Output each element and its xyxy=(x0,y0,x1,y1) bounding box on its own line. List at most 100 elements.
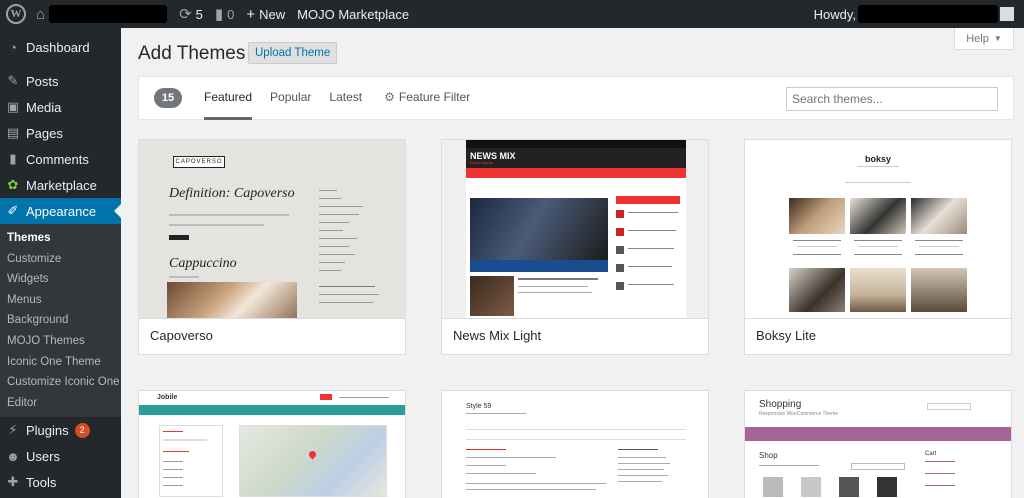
capoverso-post-title: Definition: Capoverso xyxy=(169,186,295,201)
sidebar-item-dashboard[interactable]: ◔ Dashboard xyxy=(0,34,121,60)
sidebar-item-label: Media xyxy=(26,99,62,115)
sidebar-item-plugins[interactable]: ⚡ Plugins 2 xyxy=(0,417,121,443)
home-icon: ⌂ xyxy=(36,5,46,23)
theme-name: News Mix Light xyxy=(442,318,708,354)
redacted-username xyxy=(858,5,998,23)
comment-icon: ▮ xyxy=(9,151,17,166)
feature-filter-button[interactable]: ⚙ Feature Filter xyxy=(384,76,470,120)
theme-screenshot: Shopping Responsive WooCommerce Theme Sh… xyxy=(745,391,1011,498)
news-mix-tagline: Demo theme xyxy=(470,160,493,165)
chevron-down-icon: ▼ xyxy=(993,34,1002,43)
admin-sidebar: ◔ Dashboard ✎ Posts ▣ Media ▤ Pages ▮ Comment… xyxy=(0,28,121,498)
theme-screenshot: Jobile xyxy=(139,391,405,498)
help-label: Help xyxy=(966,32,989,45)
sidebar-item-label: Posts xyxy=(26,73,59,89)
comments-menu[interactable]: ▮ 0 xyxy=(209,0,241,28)
marketplace-icon: ✿ xyxy=(7,177,19,192)
shopping-tagline: Responsive WooCommerce Theme xyxy=(759,411,839,417)
theme-card-boksy-lite[interactable]: boksy Boksy Lite xyxy=(744,139,1012,355)
upload-theme-button[interactable]: Upload Theme xyxy=(248,42,338,64)
theme-screenshot: Style 59 xyxy=(442,391,708,498)
sidebar-item-tools[interactable]: ✚ Tools xyxy=(0,469,121,495)
page-title: Add Themes xyxy=(138,43,246,64)
tab-popular[interactable]: Popular xyxy=(270,76,311,120)
users-icon: ☻ xyxy=(6,448,20,464)
theme-card-news-mix-light[interactable]: NEWS MIX Demo theme News Mix Light xyxy=(441,139,709,355)
site-name-menu[interactable]: ⌂ xyxy=(32,0,173,28)
shopping-title: Shopping xyxy=(759,399,802,410)
plugins-update-badge: 2 xyxy=(74,422,90,438)
submenu-item-menus[interactable]: Menus xyxy=(0,290,121,311)
gear-icon: ⚙ xyxy=(384,90,395,104)
style-59-title: Style 59 xyxy=(466,403,492,410)
brush-icon: ✐ xyxy=(7,203,19,218)
theme-screenshot: CAPOVERSO Definition: Capoverso Cappucci… xyxy=(139,140,405,318)
plugin-icon: ⚡ xyxy=(8,422,18,438)
tab-latest[interactable]: Latest xyxy=(329,76,362,120)
pages-icon: ▤ xyxy=(6,125,20,140)
dashboard-icon: ◔ xyxy=(9,39,17,55)
plus-icon: + xyxy=(246,5,256,23)
jobile-logo: Jobile xyxy=(157,394,178,401)
sidebar-item-label: Appearance xyxy=(26,203,97,219)
redacted-site-name xyxy=(49,5,168,23)
submenu-item-editor[interactable]: Editor xyxy=(0,393,121,414)
new-content-menu[interactable]: + New xyxy=(240,0,291,28)
sidebar-item-label: Tools xyxy=(26,474,57,490)
updates-menu[interactable]: ⟳ 5 xyxy=(173,0,209,28)
wordpress-logo-icon: W xyxy=(6,4,26,24)
theme-card-capoverso[interactable]: CAPOVERSO Definition: Capoverso Cappucci… xyxy=(138,139,406,355)
feature-filter-label: Feature Filter xyxy=(398,90,471,104)
capoverso-logo: CAPOVERSO xyxy=(173,156,225,168)
sidebar-item-label: Marketplace xyxy=(26,177,97,193)
tab-featured[interactable]: Featured xyxy=(204,76,253,120)
sidebar-item-marketplace[interactable]: ✿ Marketplace xyxy=(0,172,121,198)
theme-filter-bar: 15 Featured Popular Latest ⚙ Feature Filt… xyxy=(138,76,1014,120)
theme-screenshot: boksy xyxy=(745,140,1011,318)
sidebar-item-label: Comments xyxy=(26,151,89,167)
cart-heading: Cart xyxy=(925,451,937,457)
appearance-submenu: Themes Customize Widgets Menus Backgroun… xyxy=(0,224,121,418)
main-content: Add Themes Upload Theme Help ▼ 15 Feature… xyxy=(121,28,1024,498)
updates-count: 5 xyxy=(195,6,203,22)
account-menu[interactable]: Howdy, xyxy=(808,0,1020,28)
sidebar-item-label: Plugins xyxy=(26,422,69,438)
help-tab-button[interactable]: Help ▼ xyxy=(954,28,1014,50)
refresh-icon: ⟳ xyxy=(179,6,192,23)
comments-count: 0 xyxy=(227,6,235,22)
media-icon: ▣ xyxy=(6,99,20,114)
sidebar-item-label: Pages xyxy=(26,125,63,141)
sidebar-item-posts[interactable]: ✎ Posts xyxy=(0,68,121,94)
sidebar-item-label: Users xyxy=(26,448,60,464)
submenu-item-iconic-one-theme[interactable]: Iconic One Theme xyxy=(0,352,121,373)
sidebar-item-label: Dashboard xyxy=(26,39,90,55)
sidebar-item-media[interactable]: ▣ Media xyxy=(0,94,121,120)
pin-icon: ✎ xyxy=(7,73,19,88)
capoverso-post-title-2: Cappuccino xyxy=(169,256,237,271)
theme-card-6[interactable]: Shopping Responsive WooCommerce Theme Sh… xyxy=(744,390,1012,498)
howdy-label: Howdy, xyxy=(813,6,856,22)
avatar xyxy=(1000,7,1014,21)
theme-card-4[interactable]: Jobile xyxy=(138,390,406,498)
search-themes-input[interactable] xyxy=(786,87,998,111)
submenu-item-themes[interactable]: Themes xyxy=(0,228,121,249)
submenu-item-background[interactable]: Background xyxy=(0,310,121,331)
mojo-marketplace-menu[interactable]: MOJO Marketplace xyxy=(291,0,415,28)
sidebar-item-appearance[interactable]: ✐ Appearance xyxy=(0,198,121,224)
submenu-item-customize-iconic-one[interactable]: Customize Iconic One xyxy=(0,372,121,393)
wordpress-logo-menu[interactable]: W xyxy=(0,0,32,28)
sidebar-item-pages[interactable]: ▤ Pages xyxy=(0,120,121,146)
admin-bar: W ⌂ ⟳ 5 ▮ 0 + New MOJO Marketplace Howdy… xyxy=(0,0,1024,28)
comment-icon: ▮ xyxy=(214,6,224,23)
sidebar-item-users[interactable]: ☻ Users xyxy=(0,443,121,469)
submenu-item-customize[interactable]: Customize xyxy=(0,249,121,270)
submenu-item-widgets[interactable]: Widgets xyxy=(0,269,121,290)
tools-icon: ✚ xyxy=(7,474,19,490)
submenu-item-mojo-themes[interactable]: MOJO Themes xyxy=(0,331,121,352)
theme-count-badge: 15 xyxy=(154,88,182,108)
boksy-logo: boksy xyxy=(864,154,891,164)
theme-card-5[interactable]: Style 59 xyxy=(441,390,709,498)
theme-name: Boksy Lite xyxy=(745,318,1011,354)
sidebar-item-comments[interactable]: ▮ Comments xyxy=(0,146,121,172)
mojo-marketplace-label: MOJO Marketplace xyxy=(297,6,410,22)
